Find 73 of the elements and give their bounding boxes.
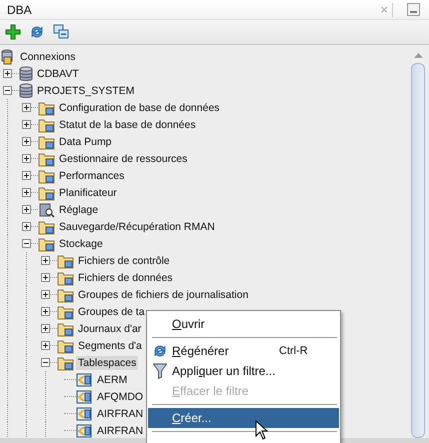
expander-icon[interactable] (41, 324, 50, 333)
folder-icon (57, 270, 74, 286)
expander-icon[interactable] (41, 256, 50, 265)
tree-item[interactable]: Performances (57, 168, 126, 182)
folder-icon (38, 184, 55, 200)
folder-icon (38, 236, 55, 252)
filter-icon (153, 363, 167, 379)
tree-item[interactable]: Planificateur (57, 186, 119, 200)
expander-icon[interactable] (22, 188, 31, 197)
tree-item[interactable]: AERM (95, 372, 130, 386)
tree-item[interactable]: Connexions (18, 50, 78, 64)
minimize-icon[interactable] (407, 3, 420, 16)
cursor-icon (255, 420, 268, 440)
expander-icon[interactable] (41, 307, 50, 316)
tree-item[interactable]: Data Pump (57, 134, 114, 148)
folder-icon (38, 218, 55, 234)
menu-item[interactable]: Régénérer Ctrl-R (148, 341, 339, 361)
expander-icon[interactable] (22, 137, 31, 146)
collapse-icon[interactable] (53, 24, 69, 40)
tree-item[interactable]: Sauvegarde/Récupération RMAN (57, 220, 217, 234)
expander-icon[interactable] (3, 86, 12, 95)
refresh-icon[interactable] (29, 24, 45, 40)
tree-item[interactable]: Réglage (57, 202, 100, 216)
tablespace-icon (76, 372, 93, 388)
expander-icon[interactable] (41, 273, 50, 282)
expander-icon[interactable] (22, 103, 31, 112)
menu-item[interactable]: Créer... (148, 408, 339, 428)
expander-icon[interactable] (22, 171, 31, 180)
tree-item[interactable]: Groupes de fichiers de journalisation (76, 288, 250, 302)
menu-item[interactable]: Appliquer un filtre... (148, 361, 339, 381)
tree-item[interactable]: AIRFRAN (95, 406, 146, 420)
folder-icon (38, 134, 55, 150)
tablespace-icon (76, 422, 93, 438)
expander-icon[interactable] (22, 205, 31, 214)
tree-item[interactable]: Stockage (57, 236, 105, 250)
tree-item[interactable]: CDBAVT (35, 66, 81, 80)
tree-item[interactable]: AFQMDO (95, 390, 146, 404)
scrollbar-thumb[interactable] (411, 62, 425, 438)
folder-icon (38, 150, 55, 166)
refresh-icon (152, 343, 168, 359)
add-icon[interactable] (5, 24, 21, 40)
folder-icon (57, 320, 74, 336)
folder-icon (57, 286, 74, 302)
folder-icon (57, 304, 74, 320)
folder-icon (57, 338, 74, 354)
tree-item[interactable]: Statut de la base de données (57, 118, 198, 132)
expander-icon[interactable] (22, 154, 31, 163)
expander-icon[interactable] (22, 120, 31, 129)
tree-item[interactable]: Gestionnaire de ressources (57, 152, 190, 166)
tree-item[interactable]: Journaux d'ar (76, 322, 144, 336)
expander-icon[interactable] (41, 290, 50, 299)
folder-icon (57, 252, 74, 268)
expander-icon[interactable] (22, 222, 31, 231)
menu-item[interactable]: Ouvrir (148, 314, 339, 334)
tree-item[interactable]: Configuration de base de données (57, 100, 222, 114)
folder-icon (57, 354, 74, 370)
tree-item[interactable]: Groupes de ta (76, 304, 147, 318)
folder-icon (38, 100, 55, 116)
folder-icon (38, 168, 55, 184)
expander-icon[interactable] (41, 358, 50, 367)
tree-item[interactable]: PROJETS_SYSTEM (35, 84, 136, 98)
tablespace-icon (76, 388, 93, 404)
tree-item[interactable]: Segments d'a (76, 338, 144, 352)
folder-icon (38, 116, 55, 132)
expander-icon[interactable] (41, 341, 50, 350)
expander-icon[interactable] (22, 239, 31, 248)
window-title: DBA (7, 2, 33, 16)
expander-icon[interactable] (3, 69, 12, 78)
tree-item[interactable]: Tablespaces (76, 356, 138, 370)
tablespace-icon (76, 406, 93, 422)
tree-item[interactable]: Fichiers de données (76, 270, 175, 284)
tree-item[interactable]: Fichiers de contrôle (76, 254, 172, 268)
tree-item[interactable]: AIRFRAN (95, 424, 146, 438)
